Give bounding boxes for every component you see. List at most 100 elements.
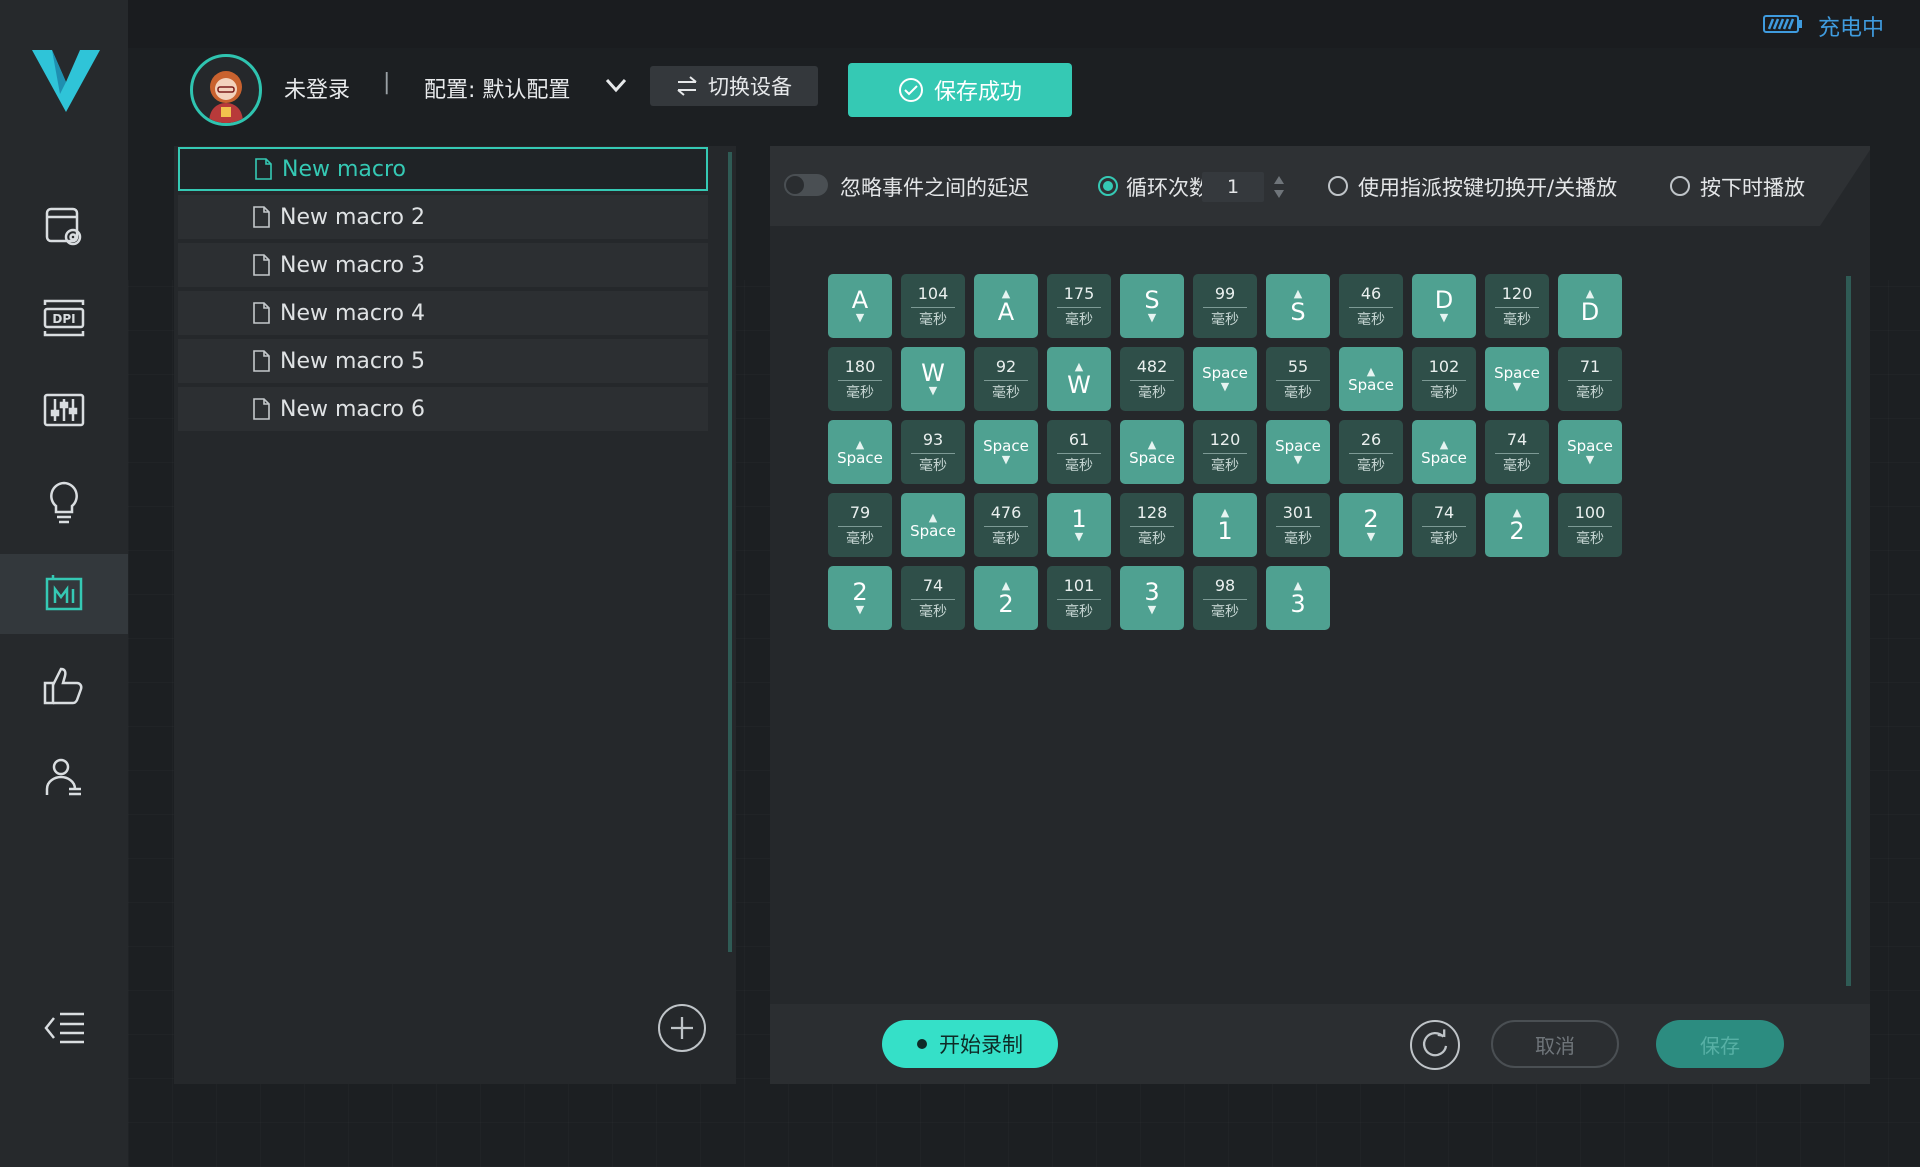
delay-step[interactable]: 46 毫秒	[1339, 274, 1403, 338]
hold-playback-radio[interactable]	[1670, 176, 1690, 196]
macro-list-item[interactable]: New macro 3	[178, 243, 708, 287]
chevron-down-icon[interactable]	[603, 74, 629, 96]
collapse-menu-icon[interactable]	[44, 1010, 86, 1046]
file-icon	[255, 158, 272, 180]
delay-step[interactable]: 102 毫秒	[1412, 347, 1476, 411]
delay-step[interactable]: 101 毫秒	[1047, 566, 1111, 630]
reset-icon[interactable]	[1410, 1020, 1460, 1070]
key-down-step[interactable]: Space ▼	[974, 420, 1038, 484]
macro-list-item[interactable]: New macro 4	[178, 291, 708, 335]
sidebar-item-account[interactable]	[0, 738, 128, 818]
key-down-step[interactable]: W ▼	[901, 347, 965, 411]
delay-unit: 毫秒	[1057, 306, 1101, 327]
key-down-step[interactable]: 1 ▼	[1047, 493, 1111, 557]
key-up-step[interactable]: ▲ S	[1266, 274, 1330, 338]
macro-list-scrollbar[interactable]	[728, 152, 732, 952]
sidebar-item-performance[interactable]	[0, 370, 128, 450]
delay-step[interactable]: 104 毫秒	[901, 274, 965, 338]
key-up-step[interactable]: ▲ Space	[1339, 347, 1403, 411]
delay-value: 301	[1282, 502, 1314, 522]
delay-step[interactable]: 55 毫秒	[1266, 347, 1330, 411]
delay-step[interactable]: 26 毫秒	[1339, 420, 1403, 484]
macro-list-item[interactable]: New macro	[178, 147, 708, 191]
macro-name: New macro 6	[280, 396, 425, 422]
key-up-step[interactable]: ▲ Space	[901, 493, 965, 557]
key-down-step[interactable]: Space ▼	[1266, 420, 1330, 484]
sidebar-item-lighting[interactable]	[0, 462, 128, 542]
key-down-step[interactable]: D ▼	[1412, 274, 1476, 338]
delay-step[interactable]: 482 毫秒	[1120, 347, 1184, 411]
key-label: S	[1290, 298, 1306, 326]
delay-step[interactable]: 74 毫秒	[1412, 493, 1476, 557]
key-up-step[interactable]: ▲ D	[1558, 274, 1622, 338]
delay-step[interactable]: 120 毫秒	[1193, 420, 1257, 484]
delay-step[interactable]: 175 毫秒	[1047, 274, 1111, 338]
save-button[interactable]: 保存	[1656, 1020, 1784, 1068]
delay-step[interactable]: 180 毫秒	[828, 347, 892, 411]
add-macro-button[interactable]	[658, 1004, 706, 1052]
loop-count-input[interactable]: 1	[1202, 172, 1264, 202]
delay-step[interactable]: 71 毫秒	[1558, 347, 1622, 411]
delay-unit: 毫秒	[1568, 525, 1612, 546]
switch-device-button[interactable]: 切换设备	[650, 66, 818, 106]
key-down-step[interactable]: Space ▼	[1485, 347, 1549, 411]
key-down-step[interactable]: 2 ▼	[1339, 493, 1403, 557]
key-up-step[interactable]: ▲ W	[1047, 347, 1111, 411]
arrow-down-icon: ▼	[1147, 603, 1157, 616]
avatar[interactable]	[190, 54, 262, 126]
config-label[interactable]: 配置: 默认配置	[424, 72, 570, 104]
key-label: 3	[1144, 578, 1160, 606]
delay-step[interactable]: 100 毫秒	[1558, 493, 1622, 557]
sidebar-item-button-settings[interactable]	[0, 186, 128, 266]
delay-step[interactable]: 93 毫秒	[901, 420, 965, 484]
ignore-delay-toggle[interactable]	[784, 174, 828, 196]
key-down-step[interactable]: A ▼	[828, 274, 892, 338]
editor-scrollbar[interactable]	[1846, 276, 1851, 986]
delay-value: 120	[1209, 429, 1241, 449]
delay-step[interactable]: 92 毫秒	[974, 347, 1038, 411]
key-up-step[interactable]: ▲ 2	[1485, 493, 1549, 557]
start-recording-button[interactable]: 开始录制	[882, 1020, 1058, 1068]
key-up-step[interactable]: ▲ Space	[1120, 420, 1184, 484]
sidebar-item-dpi[interactable]: DPI	[0, 278, 128, 358]
key-up-step[interactable]: ▲ 3	[1266, 566, 1330, 630]
key-down-step[interactable]: S ▼	[1120, 274, 1184, 338]
key-label: 3	[1290, 590, 1306, 618]
macro-name: New macro 2	[280, 204, 425, 230]
delay-step[interactable]: 301 毫秒	[1266, 493, 1330, 557]
delay-step[interactable]: 74 毫秒	[1485, 420, 1549, 484]
key-down-step[interactable]: 2 ▼	[828, 566, 892, 630]
macro-list-item[interactable]: New macro 2	[178, 195, 708, 239]
sidebar-item-feedback[interactable]	[0, 646, 128, 726]
delay-step[interactable]: 74 毫秒	[901, 566, 965, 630]
delay-step[interactable]: 79 毫秒	[828, 493, 892, 557]
cancel-button[interactable]: 取消	[1491, 1020, 1619, 1068]
key-down-step[interactable]: Space ▼	[1193, 347, 1257, 411]
arrow-down-icon: ▼	[1366, 530, 1376, 543]
sidebar-item-macro[interactable]	[0, 554, 128, 634]
macro-list-item[interactable]: New macro 6	[178, 387, 708, 431]
loop-count-radio[interactable]	[1098, 176, 1118, 196]
key-up-step[interactable]: ▲ 2	[974, 566, 1038, 630]
arrow-down-icon: ▼	[855, 603, 865, 616]
delay-value: 26	[1360, 429, 1382, 449]
macro-list-item[interactable]: New macro 5	[178, 339, 708, 383]
key-down-step[interactable]: 3 ▼	[1120, 566, 1184, 630]
key-label: Space	[910, 521, 956, 540]
delay-step[interactable]: 128 毫秒	[1120, 493, 1184, 557]
key-up-step[interactable]: ▲ Space	[828, 420, 892, 484]
delay-value: 71	[1579, 356, 1601, 376]
loop-count-stepper-icon[interactable]	[1272, 172, 1286, 202]
key-up-step[interactable]: ▲ 1	[1193, 493, 1257, 557]
login-status[interactable]: 未登录	[284, 72, 350, 104]
delay-step[interactable]: 61 毫秒	[1047, 420, 1111, 484]
toggle-playback-radio[interactable]	[1328, 176, 1348, 196]
camera-settings-icon	[45, 207, 82, 246]
delay-step[interactable]: 120 毫秒	[1485, 274, 1549, 338]
key-up-step[interactable]: ▲ Space	[1412, 420, 1476, 484]
delay-step[interactable]: 99 毫秒	[1193, 274, 1257, 338]
delay-step[interactable]: 476 毫秒	[974, 493, 1038, 557]
delay-step[interactable]: 98 毫秒	[1193, 566, 1257, 630]
key-down-step[interactable]: Space ▼	[1558, 420, 1622, 484]
key-up-step[interactable]: ▲ A	[974, 274, 1038, 338]
